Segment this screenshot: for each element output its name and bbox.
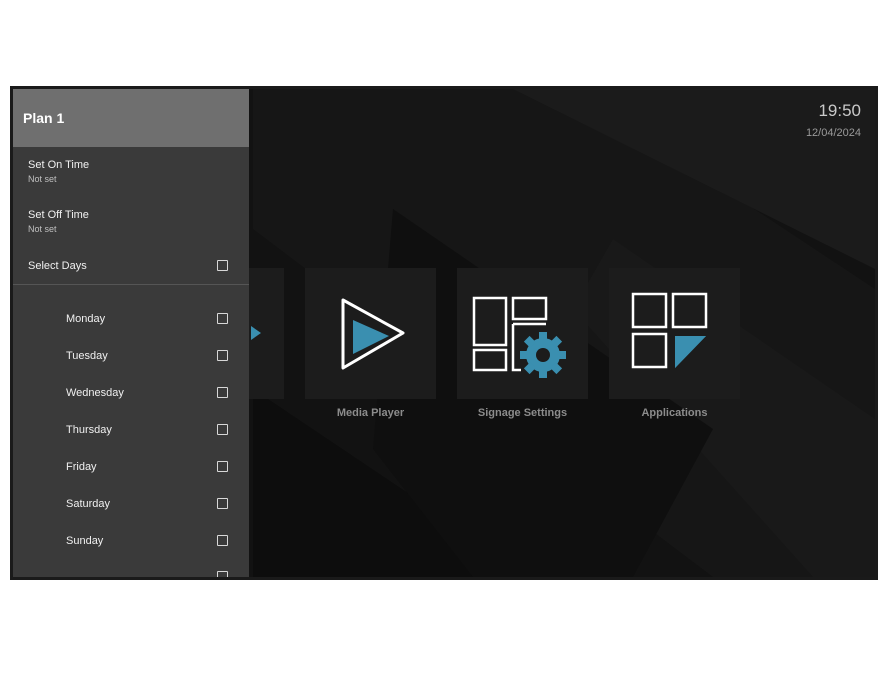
day-item-thursday[interactable]: Thursday <box>13 424 249 444</box>
select-days-checkbox[interactable] <box>217 260 228 271</box>
day-label-thursday: Thursday <box>66 424 112 436</box>
set-on-time-value: Not set <box>28 174 57 184</box>
set-off-time-label: Set Off Time <box>28 209 89 221</box>
day-item-saturday[interactable]: Saturday <box>13 498 249 518</box>
set-off-time-item[interactable]: Set Off Time Not set <box>13 209 249 234</box>
clock-date: 12/04/2024 <box>805 127 861 139</box>
day-label-monday: Monday <box>66 313 106 325</box>
day-checkbox-friday[interactable] <box>217 461 228 472</box>
day-checkbox-sunday[interactable] <box>217 535 228 546</box>
day-label-saturday: Saturday <box>66 498 111 510</box>
tile-applications[interactable] <box>609 268 740 399</box>
tile-media-player[interactable] <box>305 268 436 399</box>
select-days-label: Select Days <box>28 260 87 272</box>
set-on-time-label: Set On Time <box>28 159 90 171</box>
day-label-tuesday: Tuesday <box>66 350 108 362</box>
day-checkbox-tuesday[interactable] <box>217 350 228 361</box>
signage-settings-icon <box>472 296 566 378</box>
day-item-monday[interactable]: Monday <box>13 313 249 333</box>
tile-signage-settings[interactable] <box>457 268 588 399</box>
select-days-item[interactable]: Select Days <box>13 260 249 280</box>
day-checkbox-saturday[interactable] <box>217 498 228 509</box>
tile-media-player-label: Media Player <box>336 407 405 419</box>
tv-screen: 19:50 12/04/2024 ncher Media Player <box>10 86 878 580</box>
tile-signage-settings-label: Signage Settings <box>477 407 568 419</box>
day-checkbox-thursday[interactable] <box>217 424 228 435</box>
day-label-friday: Friday <box>66 461 97 473</box>
day-checkbox-wednesday[interactable] <box>217 387 228 398</box>
day-checkbox-monday[interactable] <box>217 313 228 324</box>
day-item-wednesday[interactable]: Wednesday <box>13 387 249 407</box>
day-label-wednesday: Wednesday <box>66 387 124 399</box>
day-item-tuesday[interactable]: Tuesday <box>13 350 249 370</box>
set-off-time-value: Not set <box>28 224 57 234</box>
next-item-partial[interactable] <box>13 571 249 577</box>
day-item-friday[interactable]: Friday <box>13 461 249 481</box>
plan-drawer: Plan 1 Set On Time Not set Set Off Time … <box>13 89 249 577</box>
drawer-divider <box>13 284 249 285</box>
drawer-title: Plan 1 <box>13 89 249 147</box>
tile-applications-label: Applications <box>641 407 708 419</box>
clock-time: 19:50 <box>818 101 861 120</box>
set-on-time-item[interactable]: Set On Time Not set <box>13 159 249 184</box>
next-item-checkbox[interactable] <box>217 571 228 577</box>
applications-icon <box>631 292 708 369</box>
play-icon <box>341 298 405 370</box>
day-label-sunday: Sunday <box>66 535 104 547</box>
day-item-sunday[interactable]: Sunday <box>13 535 249 555</box>
